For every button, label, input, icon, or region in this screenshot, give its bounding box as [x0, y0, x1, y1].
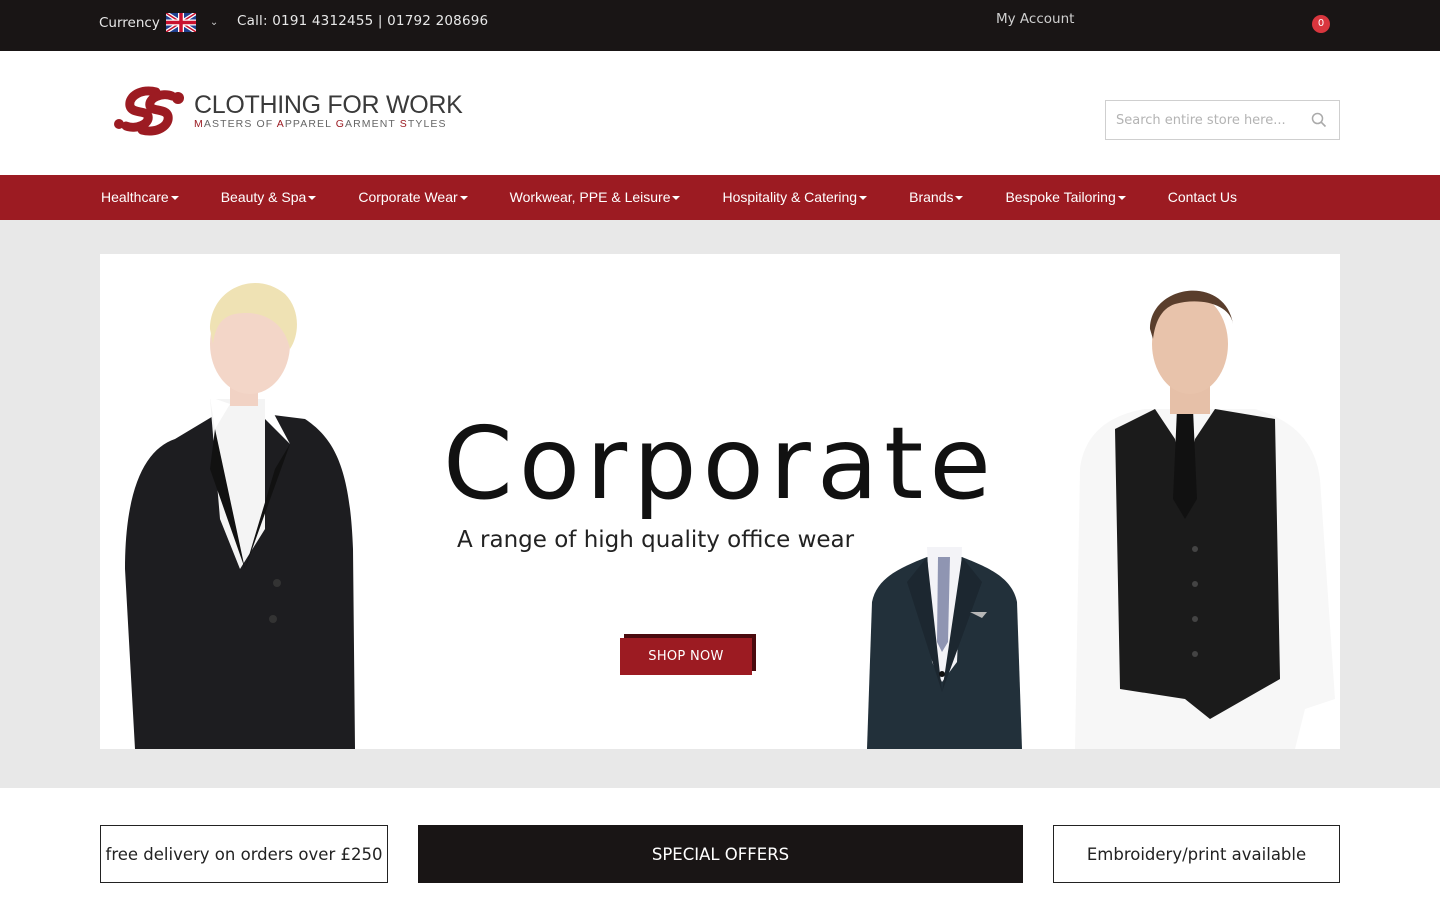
my-account-link[interactable]: My Account	[996, 11, 1074, 27]
hero-subheadline: A range of high quality office wear	[457, 527, 855, 553]
nav-item-contact-us[interactable]: Contact Us	[1168, 175, 1237, 220]
top-bar: Currency ⌄ Call: 0191 4312455 | 01792 20…	[0, 0, 1440, 51]
caret-down-icon	[859, 196, 868, 201]
phone-numbers: Call: 0191 4312455 | 01792 208696	[237, 13, 489, 29]
logo-tagline: MASTERS OF APPAREL GARMENT STYLES	[194, 118, 447, 130]
search-input[interactable]	[1106, 101, 1301, 139]
currency-label: Currency	[99, 14, 160, 31]
caret-down-icon	[672, 196, 681, 201]
man-in-waistcoat-image	[1075, 290, 1335, 749]
woman-in-suit-image	[125, 282, 355, 749]
logo-title: CLOTHING FOR WORK	[194, 91, 463, 119]
site-header: CLOTHING FOR WORK MASTERS OF APPAREL GAR…	[0, 51, 1440, 175]
nav-item-beauty-spa[interactable]: Beauty & Spa	[221, 175, 317, 220]
nav-item-bespoke-tailoring[interactable]: Bespoke Tailoring	[1005, 175, 1126, 220]
caret-down-icon	[459, 196, 468, 201]
free-delivery-banner[interactable]: free delivery on orders over £250	[100, 825, 388, 883]
caret-down-icon	[170, 196, 179, 201]
search-box	[1105, 100, 1340, 140]
suit-jacket-image	[867, 547, 1022, 749]
nav-item-hospitality-catering[interactable]: Hospitality & Catering	[722, 175, 868, 220]
hero-headline: Corporate	[443, 405, 997, 522]
currency-selector[interactable]: Currency ⌄	[99, 13, 218, 32]
nav-item-workwear-ppe-leisure[interactable]: Workwear, PPE & Leisure	[510, 175, 681, 220]
logo-mark-icon	[114, 86, 184, 136]
caret-down-icon	[955, 196, 964, 201]
chevron-down-icon: ⌄	[209, 17, 219, 28]
main-nav: Healthcare Beauty & Spa Corporate Wear W…	[0, 175, 1440, 220]
search-icon[interactable]	[1311, 112, 1327, 128]
embroidery-banner[interactable]: Embroidery/print available	[1053, 825, 1340, 883]
caret-down-icon	[1117, 196, 1126, 201]
special-offers-button[interactable]: SPECIAL OFFERS	[418, 825, 1023, 883]
nav-item-brands[interactable]: Brands	[909, 175, 964, 220]
logo[interactable]: CLOTHING FOR WORK MASTERS OF APPAREL GAR…	[112, 86, 463, 136]
shop-now-button[interactable]: SHOP NOW	[620, 638, 752, 675]
caret-down-icon	[308, 196, 317, 201]
cart-count-badge[interactable]: 0	[1312, 15, 1330, 33]
nav-item-healthcare[interactable]: Healthcare	[101, 175, 179, 220]
nav-item-corporate-wear[interactable]: Corporate Wear	[358, 175, 468, 220]
uk-flag-icon	[165, 13, 196, 32]
shop-now-wrapper: SHOP NOW	[620, 634, 756, 675]
hero-banner[interactable]: Corporate A range of high quality office…	[100, 254, 1340, 749]
